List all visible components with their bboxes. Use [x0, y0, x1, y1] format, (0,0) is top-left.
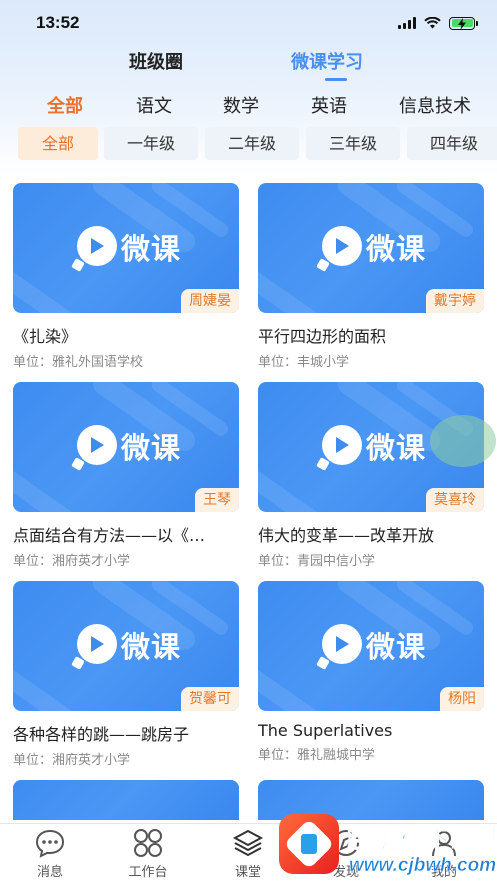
chat-bubble-icon [35, 829, 65, 858]
video-card[interactable]: 微课 杨阳 The Superlatives 单位：雅礼融城中学 [258, 581, 484, 763]
signal-icon [398, 17, 416, 29]
video-title: 点面结合有方法——以《… [13, 526, 206, 545]
subject-math[interactable]: 数学 [223, 92, 259, 118]
video-thumbnail[interactable]: 微课 王琴 [13, 382, 239, 512]
nav-workbench[interactable]: 工作台 [108, 824, 188, 883]
subject-chinese[interactable]: 语文 [136, 92, 172, 118]
thumbnail-label: 微课 [366, 431, 427, 465]
thumbnail-label: 微课 [121, 630, 182, 664]
video-unit: 单位：丰城小学 [258, 355, 350, 370]
thumbnail-label: 微课 [366, 630, 427, 664]
video-title: 《扎染》 [13, 327, 78, 346]
video-card[interactable]: 微课 贺馨可 各种各样的跳——跳房子 单位：湘府英才小学 [13, 581, 239, 768]
subject-filter: 全部 语文 数学 英语 信息技术 [0, 92, 497, 122]
video-title: 平行四边形的面积 [258, 327, 387, 346]
play-icon [322, 624, 362, 664]
subject-it[interactable]: 信息技术 [399, 92, 471, 118]
status-icons [398, 15, 478, 31]
video-card[interactable]: 微课 戴宇婷 平行四边形的面积 单位：丰城小学 [258, 183, 484, 370]
grade-3[interactable]: 三年级 [306, 127, 400, 160]
watermark-url: www.cjbwh.com [349, 855, 497, 877]
video-unit: 单位：雅礼外国语学校 [13, 355, 144, 370]
video-title: 伟大的变革——改革开放 [258, 526, 435, 545]
video-unit: 单位：雅礼融城中学 [258, 748, 376, 763]
nav-messages[interactable]: 消息 [10, 824, 90, 883]
video-thumbnail[interactable]: 微课 杨阳 [258, 581, 484, 711]
floating-touch-indicator [430, 415, 496, 467]
nav-label: 工作台 [128, 865, 168, 880]
battery-icon [449, 16, 478, 30]
thumbnail-label: 微课 [121, 431, 182, 465]
play-icon [77, 226, 117, 266]
play-icon [77, 425, 117, 465]
video-card[interactable]: 微课 周婕晏 《扎染》 单位：雅礼外国语学校 [13, 183, 239, 370]
teacher-tag: 戴宇婷 [426, 289, 484, 313]
subject-all[interactable]: 全部 [47, 92, 83, 118]
grade-filter: 全部 一年级 二年级 三年级 四年级 [0, 127, 497, 161]
teacher-tag: 莫喜玲 [426, 488, 484, 512]
video-card-partial[interactable] [13, 780, 239, 820]
video-unit: 单位：湘府英才小学 [13, 554, 131, 569]
video-unit: 单位：青园中信小学 [258, 554, 376, 569]
teacher-tag: 周婕晏 [181, 289, 239, 313]
teacher-tag: 杨阳 [440, 687, 484, 711]
grade-all[interactable]: 全部 [18, 127, 98, 160]
grade-2[interactable]: 二年级 [205, 127, 299, 160]
watermark: 超级棒下载站 www.cjbwh.com [273, 808, 497, 883]
video-card[interactable]: 微课 王琴 点面结合有方法——以《… 单位：湘府英才小学 [13, 382, 239, 569]
video-unit: 单位：湘府英才小学 [13, 753, 131, 768]
status-time: 13:52 [36, 13, 80, 32]
wifi-icon [424, 17, 441, 29]
active-tab-indicator [325, 78, 347, 81]
tab-micro-lesson[interactable]: 微课学习 [291, 48, 363, 74]
status-bar: 13:52 [0, 0, 497, 44]
subject-english[interactable]: 英语 [311, 92, 347, 118]
video-thumbnail[interactable] [13, 780, 239, 820]
video-thumbnail[interactable]: 微课 戴宇婷 [258, 183, 484, 313]
play-icon [322, 226, 362, 266]
thumbnail-label: 微课 [366, 232, 427, 266]
thumbnail-label: 微课 [121, 232, 182, 266]
watermark-logo [279, 814, 339, 874]
top-tabs: 班级圈 微课学习 [0, 48, 497, 84]
video-thumbnail[interactable]: 微课 周婕晏 [13, 183, 239, 313]
grade-4[interactable]: 四年级 [407, 127, 497, 160]
video-thumbnail[interactable]: 微课 贺馨可 [13, 581, 239, 711]
teacher-tag: 王琴 [195, 488, 239, 512]
tab-class-circle[interactable]: 班级圈 [129, 48, 183, 74]
layers-icon [232, 829, 264, 857]
watermark-title: 超级棒下载站 [346, 825, 497, 855]
play-icon [77, 624, 117, 664]
video-title: 各种各样的跳——跳房子 [13, 725, 190, 744]
teacher-tag: 贺馨可 [181, 687, 239, 711]
nav-label: 消息 [36, 865, 63, 880]
video-card[interactable]: 微课 莫喜玲 伟大的变革——改革开放 单位：青园中信小学 [258, 382, 484, 569]
video-title: The Superlatives [258, 721, 393, 740]
grade-1[interactable]: 一年级 [104, 127, 198, 160]
grid-icon [134, 829, 162, 857]
play-icon [322, 425, 362, 465]
